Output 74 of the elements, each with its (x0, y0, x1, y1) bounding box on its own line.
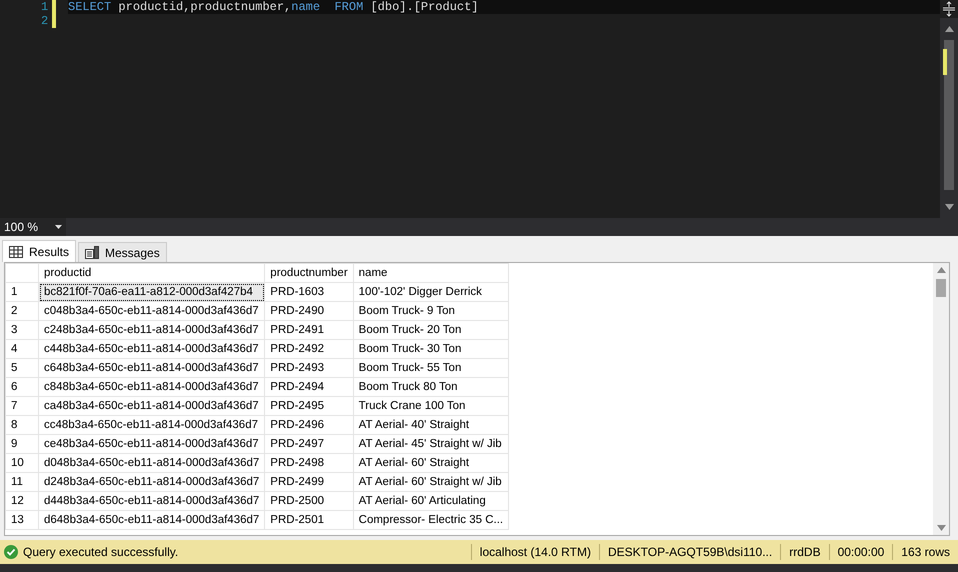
status-message: Query executed successfully. (23, 545, 178, 559)
row-number: 5 (6, 358, 38, 378)
line-number: 2 (40, 14, 48, 28)
results-tab[interactable]: Messages (78, 242, 167, 262)
column-header[interactable]: name (353, 264, 509, 282)
table-cell[interactable]: Compressor- Electric 35 C... (353, 510, 509, 530)
database-name: rrdDB (780, 544, 829, 560)
table-cell[interactable]: PRD-2491 (264, 320, 354, 340)
table-cell[interactable]: Boom Truck- 30 Ton (353, 340, 509, 358)
row-number: 7 (6, 396, 38, 416)
line-number: 1 (40, 0, 48, 14)
table-cell[interactable]: Boom Truck- 9 Ton (353, 302, 509, 320)
row-number: 13 (6, 510, 38, 530)
column-header[interactable]: productnumber (264, 264, 354, 282)
scroll-down-icon[interactable] (936, 525, 946, 531)
user-name: DESKTOP-AGQT59B\dsi110... (598, 544, 780, 560)
row-number: 12 (6, 492, 38, 510)
table-cell[interactable]: PRD-2500 (264, 492, 354, 510)
table-cell[interactable]: d648b3a4-650c-eb11-a814-000d3af436d7 (38, 510, 265, 530)
table-cell[interactable]: AT Aerial- 40' Straight (353, 416, 509, 434)
table-cell[interactable]: Boom Truck 80 Ton (353, 378, 509, 396)
grid-icon (9, 246, 23, 258)
table-cell[interactable]: c648b3a4-650c-eb11-a814-000d3af436d7 (38, 358, 265, 378)
table-cell[interactable]: ce48b3a4-650c-eb11-a814-000d3af436d7 (38, 434, 265, 454)
table-cell[interactable]: PRD-2494 (264, 378, 354, 396)
table-cell[interactable]: PRD-1603 (264, 282, 354, 302)
dropdown-caret-icon[interactable] (55, 225, 62, 229)
document-icon (85, 246, 100, 259)
table-cell[interactable]: cc48b3a4-650c-eb11-a814-000d3af436d7 (38, 416, 265, 434)
table-cell[interactable]: PRD-2497 (264, 434, 354, 454)
table-cell[interactable]: AT Aerial- 45' Straight w/ Jib (353, 434, 509, 454)
table-cell[interactable]: AT Aerial- 60' Straight w/ Jib (353, 472, 509, 492)
results-tab[interactable]: Results (2, 240, 76, 262)
table-cell[interactable]: PRD-2499 (264, 472, 354, 492)
scroll-up-icon[interactable] (936, 267, 946, 273)
table-cell[interactable]: c848b3a4-650c-eb11-a814-000d3af436d7 (38, 378, 265, 396)
table-cell[interactable]: Boom Truck- 55 Ton (353, 358, 509, 378)
row-number: 3 (6, 320, 38, 340)
zoom-dropdown[interactable]: 100 % (0, 218, 66, 236)
table-cell[interactable]: PRD-2495 (264, 396, 354, 416)
table-cell[interactable]: c448b3a4-650c-eb11-a814-000d3af436d7 (38, 340, 265, 358)
table-cell[interactable]: Boom Truck- 20 Ton (353, 320, 509, 340)
table-cell[interactable]: d048b3a4-650c-eb11-a814-000d3af436d7 (38, 454, 265, 472)
row-count: 163 rows (892, 544, 958, 560)
row-number: 6 (6, 378, 38, 396)
table-cell[interactable]: PRD-2492 (264, 340, 354, 358)
table-cell[interactable]: bc821f0f-70a6-ea11-a812-000d3af427b4 (38, 282, 265, 302)
table-cell[interactable]: PRD-2490 (264, 302, 354, 320)
scrollbar-thumb[interactable] (936, 279, 946, 297)
table-cell[interactable]: PRD-2501 (264, 510, 354, 530)
table-cell[interactable]: PRD-2496 (264, 416, 354, 434)
table-cell[interactable]: ca48b3a4-650c-eb11-a814-000d3af436d7 (38, 396, 265, 416)
table-cell[interactable]: PRD-2498 (264, 454, 354, 472)
row-number: 8 (6, 416, 38, 434)
table-cell[interactable]: c048b3a4-650c-eb11-a814-000d3af436d7 (38, 302, 265, 320)
row-number: 10 (6, 454, 38, 472)
success-check-icon (4, 545, 18, 559)
table-cell[interactable]: d448b3a4-650c-eb11-a814-000d3af436d7 (38, 492, 265, 510)
table-cell[interactable]: Truck Crane 100 Ton (353, 396, 509, 416)
row-number: 9 (6, 434, 38, 454)
elapsed-time: 00:00:00 (828, 544, 892, 560)
row-number: 4 (6, 340, 38, 358)
splitter-icon[interactable] (940, 0, 958, 18)
server-name: localhost (14.0 RTM) (470, 544, 599, 560)
table-cell[interactable]: c248b3a4-650c-eb11-a814-000d3af436d7 (38, 320, 265, 340)
table-cell[interactable]: PRD-2493 (264, 358, 354, 378)
row-number: 2 (6, 302, 38, 320)
table-cell[interactable]: AT Aerial- 60' Straight (353, 454, 509, 472)
row-number: 11 (6, 472, 38, 492)
table-cell[interactable]: d248b3a4-650c-eb11-a814-000d3af436d7 (38, 472, 265, 492)
table-cell[interactable]: 100'-102' Digger Derrick (353, 282, 509, 302)
scrollbar-thumb[interactable] (944, 40, 954, 190)
column-header[interactable]: productid (38, 264, 265, 282)
table-cell[interactable]: AT Aerial- 60' Articulating (353, 492, 509, 510)
